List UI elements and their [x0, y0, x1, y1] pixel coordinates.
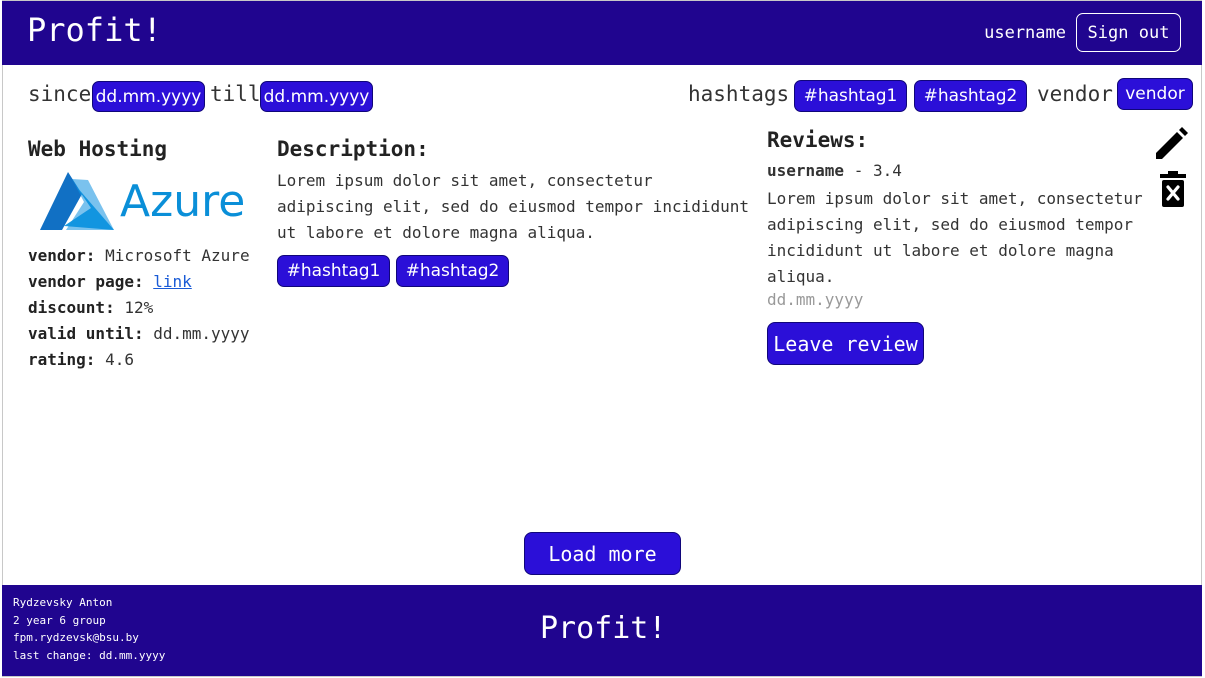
delete-button[interactable] — [1159, 170, 1187, 208]
offer-hashtag-2[interactable]: #hashtag2 — [396, 255, 509, 287]
vendor-page-key: vendor page: — [28, 272, 144, 291]
discount-value: 12% — [124, 298, 154, 317]
valid-until-key: valid until: — [28, 324, 144, 343]
description-text: Lorem ipsum dolor sit amet, consectetur … — [277, 171, 750, 242]
reviews-title: Reviews: — [767, 128, 869, 152]
vendor-key: vendor: — [28, 246, 96, 265]
discount-key: discount: — [28, 298, 115, 317]
sign-out-button[interactable]: Sign out — [1076, 13, 1181, 52]
leave-review-button[interactable]: Leave review — [767, 322, 924, 365]
azure-logo-text: Azure — [120, 176, 246, 227]
valid-until-row: valid until: dd.mm.yyyy — [28, 324, 250, 343]
footer: Rydzevsky Anton 2 year 6 group fpm.rydze… — [2, 585, 1202, 676]
azure-logo: Azure — [36, 170, 248, 234]
valid-until-value: dd.mm.yyyy — [153, 324, 250, 343]
review-rating: 3.4 — [872, 161, 902, 180]
discount-row: discount: 12% — [28, 298, 153, 317]
rating-value: 4.6 — [105, 350, 134, 369]
rating-row: rating: 4.6 — [28, 350, 134, 369]
footer-brand: Profit! — [540, 611, 667, 646]
pencil-icon — [1156, 127, 1188, 159]
review-text: Lorem ipsum dolor sit amet, consectetur … — [767, 189, 1143, 286]
filter-hashtag-1[interactable]: #hashtag1 — [794, 80, 907, 112]
till-date-picker[interactable]: dd.mm.yyyy — [260, 81, 373, 112]
vendor-row: vendor: Microsoft Azure — [28, 246, 250, 265]
rating-key: rating: — [28, 350, 96, 369]
since-label: since — [28, 82, 92, 106]
footer-group: 2 year 6 group — [13, 613, 106, 627]
review-header: username - 3.4 — [767, 161, 902, 180]
offer-title: Web Hosting — [28, 137, 168, 161]
offer-hashtag-1[interactable]: #hashtag1 — [277, 255, 390, 287]
edit-button[interactable] — [1153, 126, 1189, 162]
trash-icon — [1160, 171, 1186, 207]
footer-last-change: last change: dd.mm.yyyy — [13, 648, 166, 662]
vendor-value: Microsoft Azure — [105, 246, 250, 265]
filter-hashtag-2[interactable]: #hashtag2 — [914, 80, 1027, 112]
hashtags-label: hashtags: — [688, 82, 802, 106]
till-label: till — [210, 82, 261, 106]
review-separator: - — [844, 161, 873, 180]
since-date-picker[interactable]: dd.mm.yyyy — [92, 81, 205, 112]
footer-info: Rydzevsky Anton 2 year 6 group fpm.rydze… — [13, 594, 165, 664]
review-date: dd.mm.yyyy — [767, 290, 864, 309]
vendor-page-link[interactable]: link — [153, 272, 192, 291]
vendor-label: vendor: — [1037, 82, 1126, 106]
description-title: Description: — [277, 137, 429, 161]
review-username: username — [767, 161, 845, 180]
username-label: username — [984, 23, 1066, 43]
footer-email: fpm.rydzevsk@bsu.by — [13, 631, 139, 644]
load-more-button[interactable]: Load more — [524, 532, 681, 575]
vendor-page-row: vendor page: link — [28, 272, 192, 291]
top-navbar: Profit! username Sign out — [2, 1, 1202, 65]
vendor-filter[interactable]: vendor — [1117, 78, 1193, 110]
brand-logo[interactable]: Profit! — [27, 11, 162, 49]
footer-author: Rydzevsky Anton — [13, 596, 113, 609]
